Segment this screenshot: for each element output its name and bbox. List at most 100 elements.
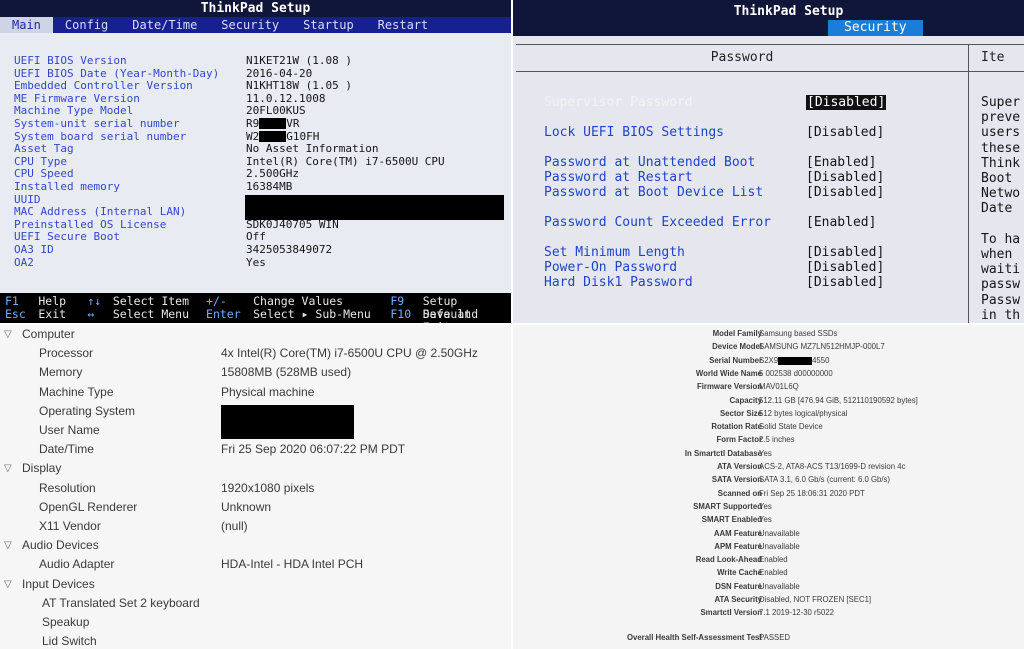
health-row: Overall Health Self-Assessment Test PASSE… (513, 631, 1024, 644)
bios-tab-bar: Main Config Date/Time Security Startup R… (0, 17, 511, 33)
setting-value-text: [Disabled] (806, 245, 885, 260)
key-left-right: ↔ (87, 307, 95, 321)
tree-row: Memory 15808MB (528MB used) (0, 363, 511, 382)
tree-category[interactable]: ▽ Computer (0, 325, 511, 344)
security-title: ThinkPad Setup (513, 0, 1024, 20)
bios-info-value: N1KET21W (1.08 ) (246, 54, 352, 67)
smart-attribute-row: ATA Version ACS-2, ATA8-ACS T13/1699-D re… (513, 460, 1024, 473)
bios-info-row: OA3 ID 3425053849072 (14, 242, 503, 257)
smart-attribute-value: Solid State Device (759, 422, 823, 432)
tab-date-time[interactable]: Date/Time (120, 17, 209, 33)
security-setting-value[interactable]: [Disabled] (806, 95, 887, 110)
smart-attribute-value: SATA 3.1, 6.0 Gb/s (current: 6.0 Gb/s) (759, 475, 891, 485)
security-setting-label[interactable]: Hard Disk1 Password (544, 275, 693, 290)
bios-info-value: 16384MB (246, 179, 293, 193)
security-setting-value[interactable]: [Enabled] (806, 215, 876, 230)
security-setting-label[interactable]: Lock UEFI BIOS Settings (544, 125, 724, 140)
tree-category[interactable]: ▽ Audio Devices (0, 536, 511, 555)
bios-info-row: Asset Tag No Asset Information (14, 143, 503, 156)
smart-attribute-label: In Smartctl Database (684, 448, 762, 458)
key-exit-label: Exit (38, 307, 67, 321)
setting-value-text: [Disabled] (806, 170, 885, 185)
tree-row: Speakup (0, 613, 511, 632)
expand-caret-icon[interactable]: ▽ (4, 325, 12, 344)
tree-category-label: Computer (22, 327, 75, 341)
expand-caret-icon[interactable]: ▽ (4, 575, 12, 594)
tree-row-label: Audio Adapter (39, 557, 115, 572)
column-divider (968, 70, 969, 323)
smart-attribute-label: ATA Version (717, 462, 762, 471)
smart-attribute-row: Model Family Samsung based SSDs (513, 327, 1024, 340)
security-setting-value[interactable]: [Disabled] (806, 185, 884, 200)
security-setting-label[interactable]: Password at Restart (544, 170, 693, 185)
value-suffix: G10FH (286, 129, 320, 143)
tree-row-label: Operating System (39, 403, 136, 418)
tab-security[interactable]: Security (209, 17, 291, 33)
tab-restart[interactable]: Restart (366, 17, 441, 33)
tree-row-label: X11 Vendor (39, 519, 101, 533)
smart-attribute-row: Sector Size 512 bytes logical/physical (513, 407, 1024, 420)
security-setting-value[interactable]: [Disabled] (806, 260, 884, 275)
security-setting-value[interactable]: [Disabled] (806, 275, 884, 290)
bios-key-legend: F1 Help ↑↓ Select Item +/- Change Values… (0, 293, 511, 323)
tree-row: OpenGL Renderer Unknown (0, 498, 511, 517)
tab-security-active[interactable]: Security (828, 20, 923, 36)
tree-row-value: Physical machine (221, 384, 315, 399)
security-setting-label[interactable]: Power-On Password (544, 260, 677, 275)
security-setting-value[interactable]: [Disabled] (806, 170, 884, 185)
bios-info-list: UEFI BIOS Version N1KET21W (1.08 ) UEFI BI… (14, 54, 504, 269)
smart-attribute-value: S2X9 4550 (759, 354, 829, 367)
smart-attribute-value: 5 002538 d00000000 (759, 368, 833, 378)
tree-row-label: OpenGL Renderer (39, 499, 138, 514)
setting-value-text: [Disabled] (806, 275, 885, 290)
security-setting-label[interactable]: Password at Unattended Boot (544, 155, 755, 170)
smart-attribute-row: World Wide Name 5 002538 d00000000 (513, 367, 1024, 380)
value-prefix: W2 (246, 129, 260, 143)
tree-row-value: 1920x1080 pixels (221, 480, 315, 495)
smart-attribute-label: Write Cache (717, 568, 762, 578)
smart-attribute-row: SMART Supported Yes (513, 500, 1024, 513)
smart-attribute-value: 512.11 GB [476.94 GiB, 512110190592 byte… (759, 395, 918, 405)
security-setting-label[interactable]: Password Count Exceeded Error (544, 215, 771, 230)
security-setting-label[interactable]: Password at Boot Device List (544, 185, 763, 200)
tree-category-label: Input Devices (22, 576, 95, 591)
security-setting-label[interactable]: Supervisor Password (544, 95, 693, 110)
expand-caret-icon[interactable]: ▽ (4, 459, 12, 478)
bios-info-value: 3425053849072 (246, 242, 333, 256)
smart-attribute-label: Capacity (729, 395, 762, 405)
expand-caret-icon[interactable]: ▽ (4, 536, 12, 555)
smart-attribute-row: Form Factor 2.5 inches (513, 433, 1024, 446)
bios-info-row: UEFI BIOS Version N1KET21W (1.08 ) (14, 54, 503, 68)
tab-config[interactable]: Config (53, 17, 120, 33)
tree-category[interactable]: ▽ Input Devices (0, 575, 511, 594)
smart-attribute-value: Yes (759, 515, 772, 525)
bios-info-label: OA3 ID (14, 242, 54, 256)
bios-title: ThinkPad Setup (0, 0, 511, 17)
smart-attribute-value: Enabled (759, 555, 788, 565)
value-suffix: VR (286, 116, 300, 130)
smart-attribute-value: Unavailable (759, 528, 800, 538)
tab-main[interactable]: Main (0, 17, 53, 33)
setting-value-text: [Enabled] (806, 215, 877, 230)
value-prefix: R9 (246, 116, 260, 130)
smart-attribute-label: Smartctl Version (700, 608, 762, 618)
security-setting-value[interactable]: [Disabled] (806, 245, 884, 260)
tree-category[interactable]: ▽ Display (0, 459, 511, 478)
value-prefix: S2X9 (759, 355, 779, 365)
security-setting-label[interactable]: Set Minimum Length (544, 245, 685, 260)
tree-row-label: AT Translated Set 2 keyboard (42, 595, 200, 610)
system-info-panel: ▽ Computer Processor 4x Intel(R) Core(TM) i… (0, 325, 511, 649)
key-save-exit-label: Save and Exit (422, 307, 479, 324)
smart-attribute-row: APM Feature Unavailable (513, 540, 1024, 553)
bios-info-label: UEFI BIOS Version (14, 54, 127, 67)
smart-attribute-row: Smartctl Version 7.1 2019-12-30 r5022 (513, 606, 1024, 619)
tree-row-value: 4x Intel(R) Core(TM) i7-6500U CPU @ 2.50… (221, 346, 478, 361)
smart-attribute-value: Fri Sep 25 18:06:31 2020 PDT (759, 488, 865, 498)
security-setting-value[interactable]: [Enabled] (806, 155, 876, 170)
smart-attribute-value: 512 bytes logical/physical (759, 408, 848, 418)
smart-attribute-value: Yes (759, 448, 772, 458)
tab-startup[interactable]: Startup (291, 17, 366, 33)
bios-main-panel: ThinkPad Setup Main Config Date/Time Sec… (0, 0, 511, 323)
security-setting-value[interactable]: [Disabled] (806, 125, 884, 140)
bios-security-panel: ThinkPad Setup Security Password Ite Sup… (513, 0, 1024, 323)
